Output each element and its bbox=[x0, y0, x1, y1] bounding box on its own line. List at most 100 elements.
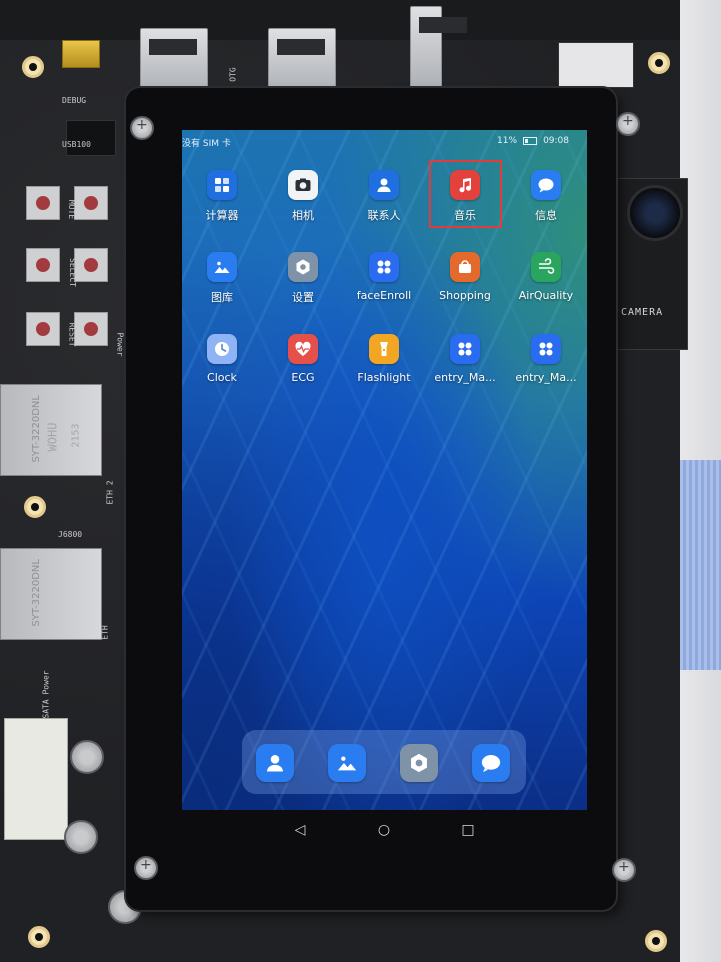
wallpaper bbox=[182, 130, 587, 810]
camera-lens bbox=[627, 185, 683, 241]
app-contacts[interactable]: 联系人 bbox=[344, 170, 424, 223]
app-camera[interactable]: 相机 bbox=[263, 170, 343, 223]
silk-mute-label: MUTE bbox=[67, 199, 77, 220]
screw bbox=[616, 112, 640, 136]
app-gallery[interactable]: 图库 bbox=[182, 252, 262, 305]
app-label: 计算器 bbox=[205, 209, 239, 222]
settings-icon bbox=[288, 252, 318, 282]
navigation-bar: ◁ ○ □ bbox=[182, 812, 587, 848]
ethernet-port: SYT-3220DNL bbox=[0, 548, 102, 640]
app-label: Shopping bbox=[439, 289, 491, 302]
camera-label: CAMERA bbox=[621, 307, 664, 318]
mounting-hole bbox=[28, 926, 50, 948]
app-air-quality[interactable]: AirQuality bbox=[506, 252, 586, 302]
board-button[interactable] bbox=[26, 248, 60, 282]
calculator-icon bbox=[207, 170, 237, 200]
dock-settings-icon[interactable] bbox=[400, 744, 438, 782]
app-label: entry_Ma... bbox=[434, 371, 496, 384]
home-screen: 没有 SIM 卡 11% 09:08 计算器 相机 联系人 音乐 信息 图库 设置 faceE… bbox=[182, 130, 587, 810]
clock-icon bbox=[207, 334, 237, 364]
app-label: 图库 bbox=[211, 291, 233, 304]
board-button[interactable] bbox=[26, 312, 60, 346]
app-app-grid[interactable]: entry_Ma... bbox=[425, 334, 505, 384]
app-ecg[interactable]: ECG bbox=[263, 334, 343, 384]
screw bbox=[130, 116, 154, 140]
dock bbox=[242, 730, 526, 794]
dock-message-icon[interactable] bbox=[472, 744, 510, 782]
capacitor bbox=[70, 740, 104, 774]
screw bbox=[134, 856, 158, 880]
app-message[interactable]: 信息 bbox=[506, 170, 586, 223]
app-shopping[interactable]: Shopping bbox=[425, 252, 505, 302]
app-label: 设置 bbox=[292, 291, 314, 304]
sata-power-connector bbox=[4, 718, 68, 840]
app-settings[interactable]: 设置 bbox=[263, 252, 343, 305]
recents-button[interactable]: □ bbox=[458, 820, 478, 840]
shopping-icon bbox=[450, 252, 480, 282]
app-label: faceEnroll bbox=[356, 289, 412, 302]
app-clock[interactable]: Clock bbox=[182, 334, 262, 384]
app-label: Clock bbox=[207, 371, 237, 384]
app-flashlight[interactable]: Flashlight bbox=[344, 334, 424, 384]
silk-power-label: Power bbox=[115, 332, 125, 357]
select-button[interactable] bbox=[74, 248, 108, 282]
flashlight-icon bbox=[369, 334, 399, 364]
silk-wohu-label: WOHU bbox=[45, 422, 60, 452]
contacts-icon bbox=[369, 170, 399, 200]
battery-icon bbox=[523, 137, 538, 145]
mounting-hole bbox=[648, 52, 670, 74]
status-right: 11% 09:08 bbox=[497, 136, 569, 146]
mounting-hole bbox=[22, 56, 44, 78]
app-label: 相机 bbox=[292, 209, 314, 222]
app-grid-icon bbox=[369, 252, 399, 282]
capacitor bbox=[64, 820, 98, 854]
ic-chip bbox=[66, 120, 116, 156]
mute-button[interactable] bbox=[74, 186, 108, 220]
status-bar: 没有 SIM 卡 11% 09:08 bbox=[182, 130, 587, 152]
screw bbox=[612, 858, 636, 882]
connector-white bbox=[558, 42, 634, 88]
board-button[interactable] bbox=[26, 186, 60, 220]
dock-contacts-icon[interactable] bbox=[256, 744, 294, 782]
silk-j6800-label: J6800 bbox=[58, 530, 83, 539]
mounting-hole bbox=[645, 930, 667, 952]
clock-time: 09:08 bbox=[543, 136, 569, 146]
app-grid-icon bbox=[531, 334, 561, 364]
battery-percent: 11% bbox=[497, 136, 518, 146]
carrier-text: 没有 SIM 卡 bbox=[182, 139, 231, 149]
silk-part-label: 2153 bbox=[70, 423, 82, 448]
app-app-grid[interactable]: faceEnroll bbox=[344, 252, 424, 302]
gallery-icon bbox=[207, 252, 237, 282]
highlight-box bbox=[429, 160, 502, 228]
dock-gallery-icon[interactable] bbox=[328, 744, 366, 782]
app-label: entry_Ma... bbox=[515, 371, 577, 384]
app-label: AirQuality bbox=[518, 289, 574, 302]
silk-usb-label: USB100 bbox=[62, 140, 91, 149]
silk-debug-label: DEBUG bbox=[62, 96, 87, 105]
silk-otg-label: OTG bbox=[228, 67, 238, 82]
debug-mini-usb-port bbox=[62, 40, 100, 68]
back-button[interactable]: ◁ bbox=[290, 820, 310, 840]
app-label: 信息 bbox=[535, 209, 557, 222]
silk-eth2-label: ETH 2 bbox=[105, 480, 115, 505]
message-icon bbox=[531, 170, 561, 200]
camera-module: CAMERA bbox=[616, 178, 688, 350]
camera-icon bbox=[288, 170, 318, 200]
usb-otg-port bbox=[268, 28, 336, 92]
home-button[interactable]: ○ bbox=[374, 820, 394, 840]
ribbon-cable bbox=[680, 460, 721, 670]
mounting-hole bbox=[24, 496, 46, 518]
silk-eth-label: ETH bbox=[100, 625, 110, 640]
silk-sata-label: SATA Power bbox=[41, 670, 51, 719]
app-app-grid[interactable]: entry_Ma... bbox=[506, 334, 586, 384]
silk-select-label: SELECT bbox=[67, 258, 77, 287]
app-label: Flashlight bbox=[357, 371, 411, 384]
app-label: 联系人 bbox=[367, 209, 401, 222]
silk-reset-label: RESET bbox=[67, 322, 77, 347]
app-label: ECG bbox=[291, 371, 315, 384]
app-calculator[interactable]: 计算器 bbox=[182, 170, 262, 223]
app-grid-icon bbox=[450, 334, 480, 364]
usb-port-vertical bbox=[410, 6, 467, 88]
reset-button[interactable] bbox=[74, 312, 108, 346]
usb-port bbox=[140, 28, 208, 92]
